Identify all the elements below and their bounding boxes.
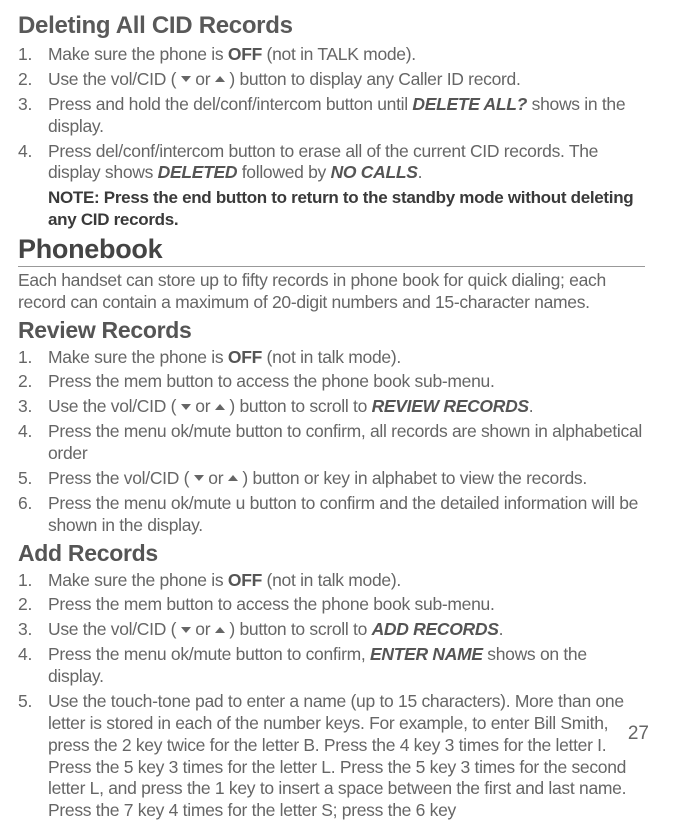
section-title-add: Add Records xyxy=(18,540,645,567)
list-item: Make sure the phone is OFF (not in talk … xyxy=(18,347,645,369)
down-triangle-icon xyxy=(181,76,191,82)
note-text: NOTE: Press the end button to return to … xyxy=(18,187,645,230)
list-item: Press the mem button to access the phone… xyxy=(18,594,645,616)
list-item: Make sure the phone is OFF (not in TALK … xyxy=(18,44,645,66)
list-item: Press the mem button to access the phone… xyxy=(18,371,645,393)
down-triangle-icon xyxy=(194,475,204,481)
list-item: Press the menu ok/mute button to confirm… xyxy=(18,421,645,465)
list-item: Make sure the phone is OFF (not in talk … xyxy=(18,570,645,592)
phonebook-intro: Each handset can store up to fifty recor… xyxy=(18,270,645,314)
down-triangle-icon xyxy=(181,627,191,633)
list-item: Press the menu ok/mute button to confirm… xyxy=(18,644,645,688)
up-triangle-icon xyxy=(215,627,225,633)
list-item: Press the menu ok/mute u button to confi… xyxy=(18,493,645,537)
page-number: 27 xyxy=(628,723,649,745)
up-triangle-icon xyxy=(228,475,238,481)
section-title-deleting: Deleting All CID Records xyxy=(18,12,645,40)
list-item: Press and hold the del/conf/intercom but… xyxy=(18,94,645,138)
list-item: Use the vol/CID ( or ) button to scroll … xyxy=(18,396,645,418)
list-item: Use the vol/CID ( or ) button to display… xyxy=(18,69,645,91)
section-title-review: Review Records xyxy=(18,317,645,344)
list-item: Press del/conf/intercom button to erase … xyxy=(18,141,645,185)
down-triangle-icon xyxy=(181,404,191,410)
list-item: Press the vol/CID ( or ) button or key i… xyxy=(18,468,645,490)
list-item: Use the touch-tone pad to enter a name (… xyxy=(18,691,645,822)
add-list: Make sure the phone is OFF (not in talk … xyxy=(18,570,645,822)
list-item: Use the vol/CID ( or ) button to scroll … xyxy=(18,619,645,641)
review-list: Make sure the phone is OFF (not in talk … xyxy=(18,347,645,537)
section-title-phonebook: Phonebook xyxy=(18,234,645,267)
up-triangle-icon xyxy=(215,76,225,82)
deleting-list: Make sure the phone is OFF (not in TALK … xyxy=(18,44,645,184)
up-triangle-icon xyxy=(215,404,225,410)
